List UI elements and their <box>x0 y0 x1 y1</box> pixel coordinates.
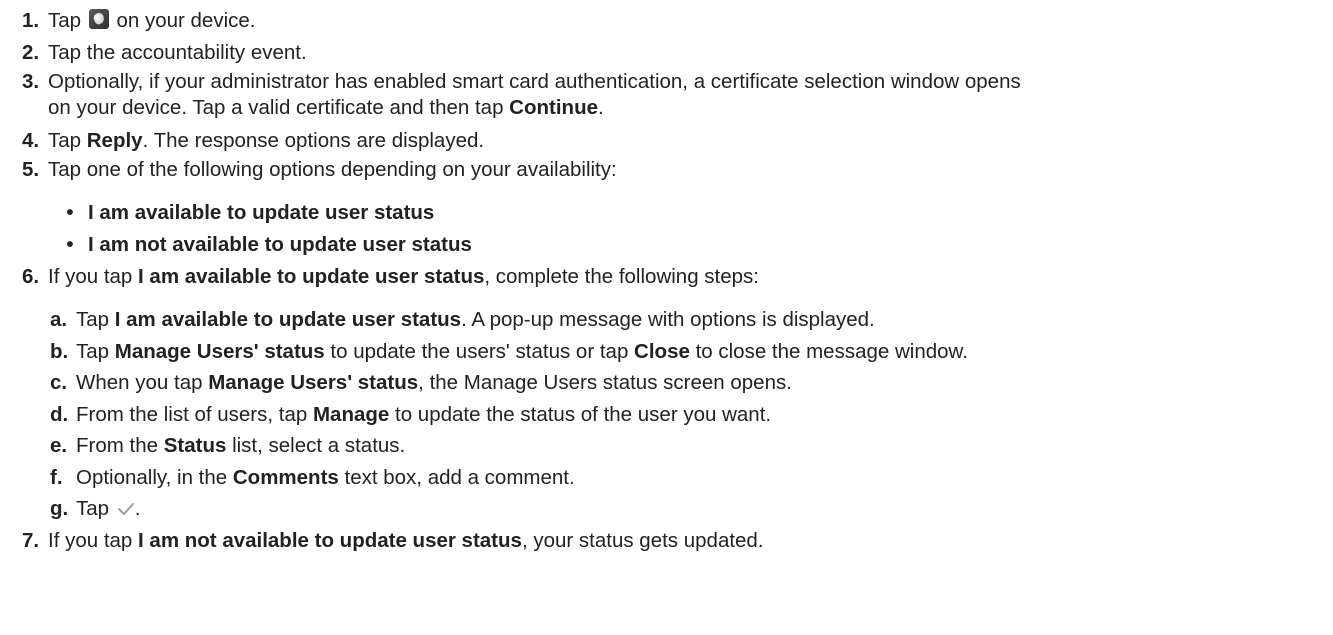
substep-text: Tap <box>76 497 115 520</box>
substep-g: g. Tap . <box>50 496 1325 522</box>
substep-text: list, select a status. <box>226 434 406 457</box>
step-6: 6. If you tap I am available to update us… <box>22 264 1325 290</box>
step-text-part: , your status gets updated. <box>521 529 764 552</box>
step-text: Tap one of the following options dependi… <box>48 158 617 181</box>
substep-text: to close the message window. <box>689 340 968 363</box>
step-text-part: If you tap <box>48 529 139 552</box>
step-text-part: , complete the following steps: <box>484 265 759 288</box>
substep-text: Tap <box>76 340 115 363</box>
step-text: Optionally, if your administrator has en… <box>48 70 1021 93</box>
step-7: 7. If you tap I am not available to updat… <box>22 528 1325 554</box>
manage-users-status-label: Manage Users' status <box>208 371 419 394</box>
substep-letter: f. <box>50 466 63 489</box>
step-text-part: on your device. Tap a valid certificate … <box>48 96 510 119</box>
step-2: 2. Tap the accountability event. <box>22 40 1325 66</box>
option-available: • I am available to update user status <box>52 200 1325 226</box>
manage-users-status-label: Manage Users' status <box>114 340 325 363</box>
option-label: I am not available to update user status <box>88 233 472 256</box>
step-number: 6. <box>22 265 40 288</box>
substep-a: a. Tap I am available to update user stat… <box>50 307 1325 333</box>
substep-e: e. From the Status list, select a status. <box>50 433 1325 459</box>
substep-f: f. Optionally, in the Comments text box, … <box>50 465 1325 491</box>
step-text-part: If you tap <box>48 265 139 288</box>
substep-letter: e. <box>50 434 68 457</box>
comments-label: Comments <box>232 466 339 489</box>
step-number: 3. <box>22 70 40 93</box>
step-text-part: Tap <box>48 129 87 152</box>
close-label: Close <box>634 340 690 363</box>
manage-label: Manage <box>312 403 390 426</box>
substep-letter: d. <box>50 403 69 426</box>
substep-text: From the <box>76 434 164 457</box>
app-launcher-icon <box>88 9 109 29</box>
substep-text: text box, add a comment. <box>338 466 575 489</box>
bullet-icon: • <box>66 201 74 224</box>
status-label: Status <box>163 434 227 457</box>
option-label: I am available to update user status <box>88 201 435 224</box>
substep-letter: b. <box>50 340 69 363</box>
step-text: If you tap I am not available to update … <box>48 529 764 552</box>
step-number: 7. <box>22 529 40 552</box>
option-label: I am available to update user status <box>114 308 462 331</box>
substep-c: c. When you tap Manage Users' status, the… <box>50 370 1325 396</box>
substep-text: to update the users' status or tap <box>324 340 635 363</box>
option-not-available: • I am not available to update user statu… <box>52 232 1325 258</box>
checkmark-icon <box>117 503 134 515</box>
step-text-part: Tap <box>48 9 87 32</box>
procedure-document: 1. Tap on your device. 2. Tap the accounta… <box>0 0 1333 635</box>
step-text: If you tap I am available to update user… <box>48 265 759 288</box>
option-label: I am available to update user status <box>138 265 485 288</box>
step-text-continuation: on your device. Tap a valid certificate … <box>22 95 1325 121</box>
substep-text: . <box>134 497 141 520</box>
step-text: Tap the accountability event. <box>48 41 307 64</box>
substep-text: to update the status of the user you wan… <box>389 403 772 426</box>
step-number: 4. <box>22 129 40 152</box>
step-text-part: . The response options are displayed. <box>142 129 485 152</box>
substep-text: , the Manage Users status screen opens. <box>418 371 792 394</box>
bullet-icon: • <box>66 233 74 256</box>
substep-text: When you tap <box>76 371 209 394</box>
substep-text: . A pop-up message with options is displ… <box>461 308 875 331</box>
step-number: 2. <box>22 41 40 64</box>
step-text-part: . <box>598 96 604 119</box>
substep-letter: a. <box>50 308 68 331</box>
step-5: 5. Tap one of the following options depen… <box>22 157 1325 183</box>
step-number: 5. <box>22 158 40 181</box>
reply-label: Reply <box>86 129 143 152</box>
step-text: Tap Reply. The response options are disp… <box>48 129 484 152</box>
option-label: I am not available to update user status <box>138 529 522 552</box>
substep-d: d. From the list of users, tap Manage to … <box>50 402 1325 428</box>
step-4: 4. Tap Reply. The response options are di… <box>22 128 1325 154</box>
step-text-part: on your device. <box>110 9 256 32</box>
substep-text: From the list of users, tap <box>76 403 313 426</box>
substep-text: Optionally, in the <box>76 466 233 489</box>
substep-b: b. Tap Manage Users' status to update the… <box>50 339 1325 365</box>
substep-text: Tap <box>76 308 115 331</box>
substep-letter: g. <box>50 497 69 520</box>
step-number: 1. <box>22 9 40 32</box>
substep-letter: c. <box>50 371 68 394</box>
step-3: 3. Optionally, if your administrator has … <box>22 69 1325 121</box>
step-1: 1. Tap on your device. <box>22 8 1325 34</box>
continue-label: Continue <box>509 96 598 119</box>
step-text: Tap on your device. <box>48 9 255 32</box>
